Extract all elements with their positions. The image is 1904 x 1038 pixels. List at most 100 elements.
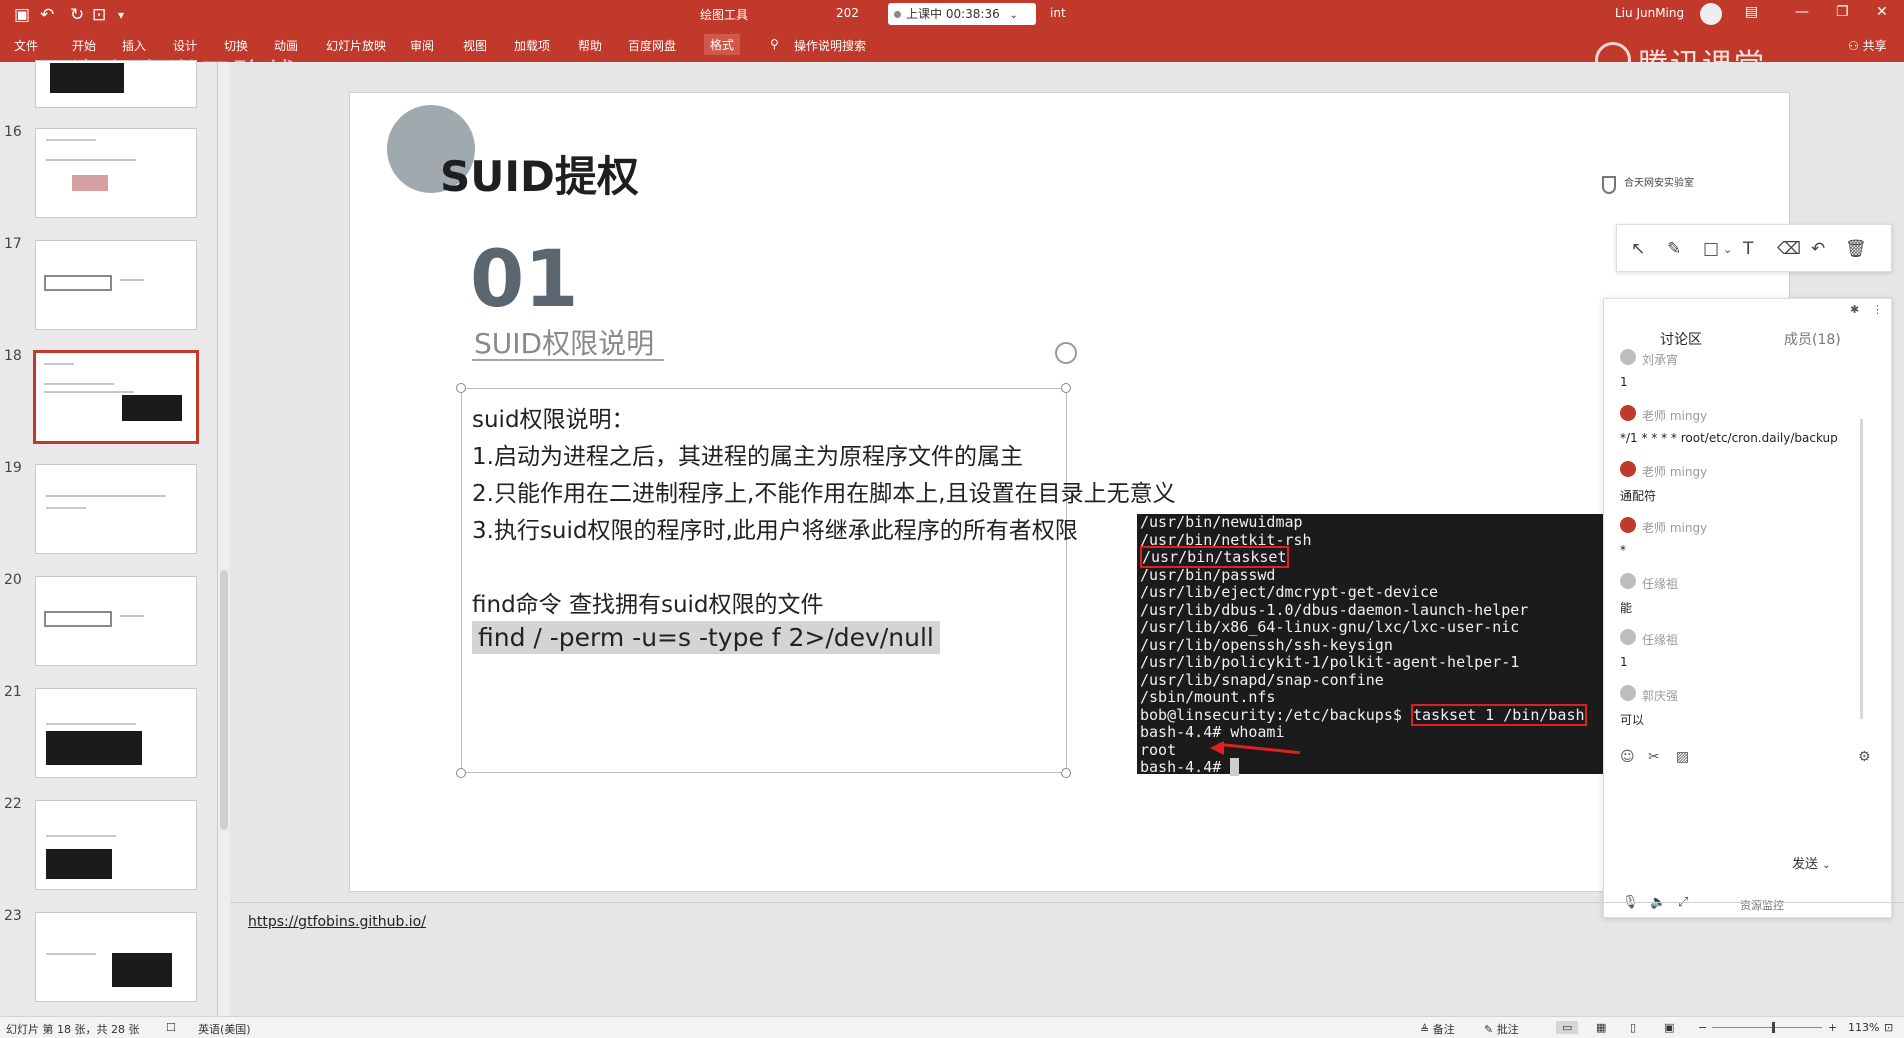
slide-thumbnail-19[interactable] [35,464,197,554]
tab-addins[interactable]: 加载项 [514,37,550,54]
scrollbar-thumb[interactable] [220,570,228,830]
zoom-out-icon[interactable]: − [1698,1021,1707,1034]
terminal-screenshot[interactable]: /usr/bin/newuidmap /usr/bin/netkit-rsh /… [1137,513,1607,776]
normal-view-icon[interactable]: ▭ [1556,1021,1579,1034]
restore-icon[interactable]: ❐ [1836,4,1849,20]
send-label: 发送 [1792,857,1819,872]
file-title-fragment-2: int [1050,6,1066,20]
slide-thumbnail-23[interactable] [35,912,197,1002]
section-subtitle[interactable]: SUID权限说明 [474,322,654,362]
chevron-down-icon[interactable]: ⌄ [1822,860,1830,871]
reading-view-icon[interactable]: ▯ [1630,1021,1636,1034]
thumb-line [46,953,96,955]
thumbnail-scrollbar[interactable] [218,62,230,1016]
pointer-icon[interactable]: ↖ [1631,239,1645,259]
thumb-line [44,363,74,365]
slide-thumbnail-15[interactable] [35,60,197,108]
live-status-text: 上课中 00:38:36 [906,7,1000,21]
notes-button[interactable]: ≜ 备注 [1420,1021,1455,1037]
ribbon-display-icon[interactable]: ▤ [1745,4,1758,20]
comments-button[interactable]: ✎ 批注 [1484,1021,1519,1037]
resource-monitor-label[interactable]: 资源监控 [1740,897,1784,913]
thumb-line [44,383,114,385]
slide-thumbnail-17[interactable] [35,240,197,330]
close-icon[interactable]: ✕ [1876,4,1888,20]
zoom-level[interactable]: 113% [1848,1021,1879,1034]
present-icon[interactable]: ⊡ [92,5,106,25]
customize-qat-icon[interactable]: ▾ [118,8,124,22]
trash-icon[interactable]: 🗑 [1845,239,1867,259]
avatar [1620,517,1636,533]
zoom-slider-thumb[interactable] [1772,1022,1775,1033]
eraser-icon[interactable]: ⌫ [1777,239,1801,259]
notes-label: 备注 [1432,1023,1455,1036]
thumb-shape [44,275,112,291]
resize-handle[interactable] [1061,383,1071,393]
thumb-number: 23 [4,908,22,924]
resize-handle[interactable] [456,768,466,778]
tab-view[interactable]: 视图 [463,37,487,54]
emoji-icon[interactable]: ☺ [1620,749,1635,765]
minimize-icon[interactable]: — [1795,4,1809,20]
discussion-panel: ✱ ⋮ 讨论区 成员(18) 刘承宵 1 老师 mingy */1 * * * … [1603,298,1892,918]
slideshow-icon[interactable]: ▣ [1664,1021,1674,1034]
slide-thumbnail-21[interactable] [35,688,197,778]
section-number[interactable]: 01 [470,235,579,325]
undo-icon[interactable]: ↶ [40,5,54,25]
rotate-handle-icon[interactable] [1055,342,1077,364]
settings-icon[interactable]: ⚙ [1858,749,1871,765]
slide-thumbnail-16[interactable] [35,128,197,218]
zoom-slider[interactable] [1712,1027,1822,1028]
user-name[interactable]: Liu JunMing [1615,6,1684,20]
pen-icon[interactable]: ✎ [1667,239,1681,259]
drawing-tools-label: 绘图工具 [700,8,749,22]
more-icon[interactable]: ⋮ [1872,303,1883,316]
message-text: 1 [1620,375,1628,389]
chevron-down-icon[interactable]: ⌄ [1010,10,1018,21]
terminal-line: /usr/lib/policykit-1/polkit-agent-helper… [1140,653,1520,671]
send-button[interactable]: 发送 ⌄ [1792,853,1854,875]
scissors-icon[interactable]: ✂ [1648,749,1660,765]
live-status-badge[interactable]: 上课中 00:38:36 ⌄ [888,3,1036,25]
pin-icon[interactable]: ✱ [1850,303,1859,316]
body-line-2: 2.只能作用在二进制程序上,不能作用在脚本上,且设置在目录上无意义 [472,481,1176,507]
thumb-line [120,279,144,281]
zoom-in-icon[interactable]: + [1828,1021,1837,1034]
slide-thumbnail-22[interactable] [35,800,197,890]
slide-sorter-icon[interactable]: ▦ [1596,1021,1606,1034]
tab-help[interactable]: 帮助 [578,37,602,54]
text-tool-icon[interactable]: T [1743,239,1753,259]
tab-discussion[interactable]: 讨论区 [1660,329,1702,349]
fit-to-window-icon[interactable]: ⊡ [1884,1021,1893,1034]
share-button[interactable]: ⚇ 共享 [1848,37,1887,54]
rectangle-icon[interactable]: □ [1703,239,1719,259]
image-icon[interactable]: ▨ [1676,749,1689,765]
slide-title[interactable]: SUID提权 [440,143,639,204]
thumb-line [46,139,96,141]
tab-baidu-netdisk[interactable]: 百度网盘 [628,37,676,54]
tell-me-search[interactable]: 操作说明搜索 [794,37,866,54]
save-icon[interactable]: ▣ [14,5,30,25]
message-author: 老师 mingy [1642,409,1708,423]
thumb-number: 18 [4,348,22,364]
tab-review[interactable]: 审阅 [410,37,434,54]
undo-icon[interactable]: ↶ [1811,239,1825,259]
status-bar: 幻灯片 第 18 张，共 28 张 ☐ 英语(美国) ≜ 备注 ✎ 批注 ▭ ▦… [0,1016,1904,1038]
slide-thumbnail-20[interactable] [35,576,197,666]
spellcheck-icon[interactable]: ☐ [166,1021,176,1034]
language-indicator[interactable]: 英语(美国) [198,1021,251,1037]
tab-slideshow[interactable]: 幻灯片放映 [326,37,386,54]
thumb-number: 16 [4,124,22,140]
avatar[interactable] [1700,3,1722,25]
redo-icon[interactable]: ↻ [70,5,84,25]
notes-link[interactable]: https://gtfobins.github.io/ [248,914,426,930]
resize-handle[interactable] [456,383,466,393]
tab-members[interactable]: 成员(18) [1784,329,1841,349]
slide-thumbnail-18[interactable] [33,350,199,444]
resize-handle[interactable] [1061,768,1071,778]
chat-scrollbar[interactable] [1860,419,1863,719]
chevron-down-icon[interactable]: ⌄ [1723,243,1732,256]
thumb-dark-block [46,849,112,879]
tab-format[interactable]: 格式 [704,34,741,55]
terminal-line: bash-4.4# [1140,758,1231,776]
